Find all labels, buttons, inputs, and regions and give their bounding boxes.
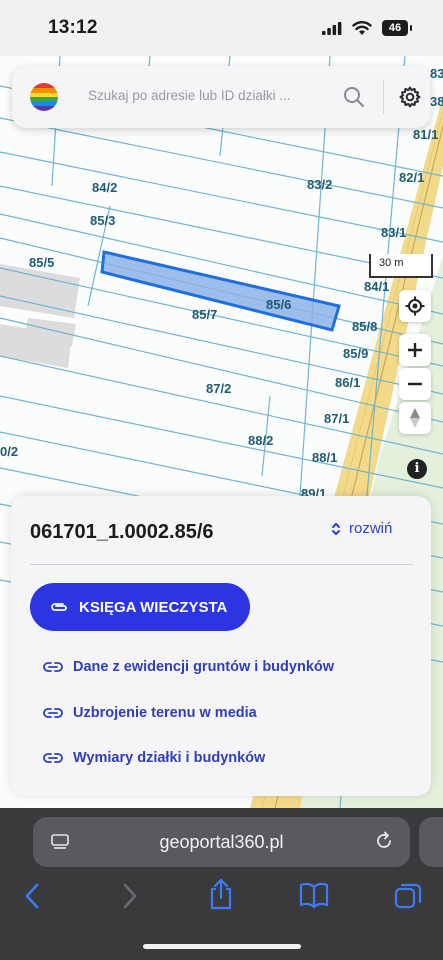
link-label: Uzbrojenie terenu w media <box>73 705 257 721</box>
chevron-up-down-icon <box>332 522 340 535</box>
link-label: Wymiary działki i budynków <box>73 750 266 766</box>
locate-button[interactable] <box>399 290 431 322</box>
link-label: Dane z ewidencji gruntów i budynków <box>73 659 335 675</box>
tabs-icon[interactable] <box>394 882 422 910</box>
plot-label[interactable]: 87/1 <box>324 411 349 426</box>
compass-icon <box>410 408 420 428</box>
next-tab-preview[interactable] <box>419 817 443 867</box>
plot-label[interactable]: 0/2 <box>0 444 18 459</box>
search-input[interactable]: Szukaj po adresie lub ID działki ... <box>88 88 291 103</box>
app-logo-icon <box>30 83 58 111</box>
plus-icon <box>408 343 422 357</box>
plot-label[interactable]: 86/1 <box>335 375 360 390</box>
search-bar[interactable]: Szukaj po adresie lub ID działki ... <box>12 66 430 128</box>
crosshair-icon <box>405 296 425 316</box>
battery-level: 46 <box>388 22 402 34</box>
browser-toolbar: geoportal360.pl <box>0 808 443 960</box>
plot-label[interactable]: 84/1 <box>364 279 389 294</box>
address-bar[interactable]: geoportal360.pl <box>33 817 410 867</box>
url-domain: geoportal360.pl <box>159 832 284 852</box>
wifi-icon <box>352 21 372 35</box>
back-icon[interactable] <box>24 882 42 910</box>
link-utilities[interactable]: Uzbrojenie terenu w media <box>43 705 257 721</box>
map-scale: 30 m <box>369 254 433 278</box>
plot-label[interactable]: 85/9 <box>343 346 368 361</box>
plot-label[interactable]: 85/3 <box>90 213 115 228</box>
search-divider <box>383 80 384 114</box>
cellular-signal-icon <box>322 22 342 35</box>
search-icon[interactable] <box>343 86 365 108</box>
status-bar: 13:12 46 <box>0 0 443 56</box>
expand-button[interactable]: rozwiń <box>331 520 392 537</box>
expand-label: rozwiń <box>349 520 393 537</box>
zoom-in-button[interactable] <box>399 334 431 366</box>
bookmarks-icon[interactable] <box>299 882 329 908</box>
zoom-out-button[interactable] <box>399 368 431 400</box>
link-dimensions[interactable]: Wymiary działki i budynków <box>43 750 265 766</box>
scale-label: 30 m <box>379 257 404 269</box>
status-time: 13:12 <box>48 17 98 38</box>
parcel-card: 061701_1.0002.85/6 rozwiń KSIĘGA WIECZYS… <box>11 496 431 796</box>
plot-label[interactable]: 88/2 <box>248 433 273 448</box>
plot-label[interactable]: 85/5 <box>29 255 54 270</box>
link-icon <box>43 753 63 763</box>
plot-label[interactable]: 85/6 <box>266 297 291 312</box>
battery-icon: 46 <box>382 20 412 36</box>
land-register-label: KSIĘGA WIECZYSTA <box>79 598 228 616</box>
plot-label[interactable]: 38 <box>430 94 443 109</box>
plot-label[interactable]: 88/1 <box>312 450 337 465</box>
gear-icon[interactable] <box>398 85 422 109</box>
plot-label[interactable]: 87/2 <box>206 381 231 396</box>
plot-label[interactable]: 85/8 <box>352 319 377 334</box>
parcel-id: 061701_1.0002.85/6 <box>30 521 214 543</box>
plot-label[interactable]: 85/7 <box>192 307 217 322</box>
paperclip-icon <box>51 603 67 611</box>
plot-label[interactable]: 83/2 <box>307 177 332 192</box>
share-icon[interactable] <box>208 878 234 910</box>
plot-label[interactable]: 83 <box>430 66 443 81</box>
home-indicator <box>143 944 301 949</box>
card-divider <box>30 564 413 565</box>
link-land-records[interactable]: Dane z ewidencji gruntów i budynków <box>43 659 334 675</box>
link-icon <box>43 708 63 718</box>
plot-label[interactable]: 82/1 <box>399 170 424 185</box>
link-icon <box>43 662 63 672</box>
reload-icon[interactable] <box>374 831 394 851</box>
plot-label[interactable]: 81/1 <box>413 127 438 142</box>
forward-icon[interactable] <box>120 882 138 910</box>
land-register-button[interactable]: KSIĘGA WIECZYSTA <box>30 583 250 631</box>
plot-label[interactable]: 83/1 <box>381 225 406 240</box>
info-icon[interactable]: i <box>407 459 427 479</box>
minus-icon <box>408 382 422 386</box>
compass-button[interactable] <box>399 402 431 434</box>
plot-label[interactable]: 84/2 <box>92 180 117 195</box>
